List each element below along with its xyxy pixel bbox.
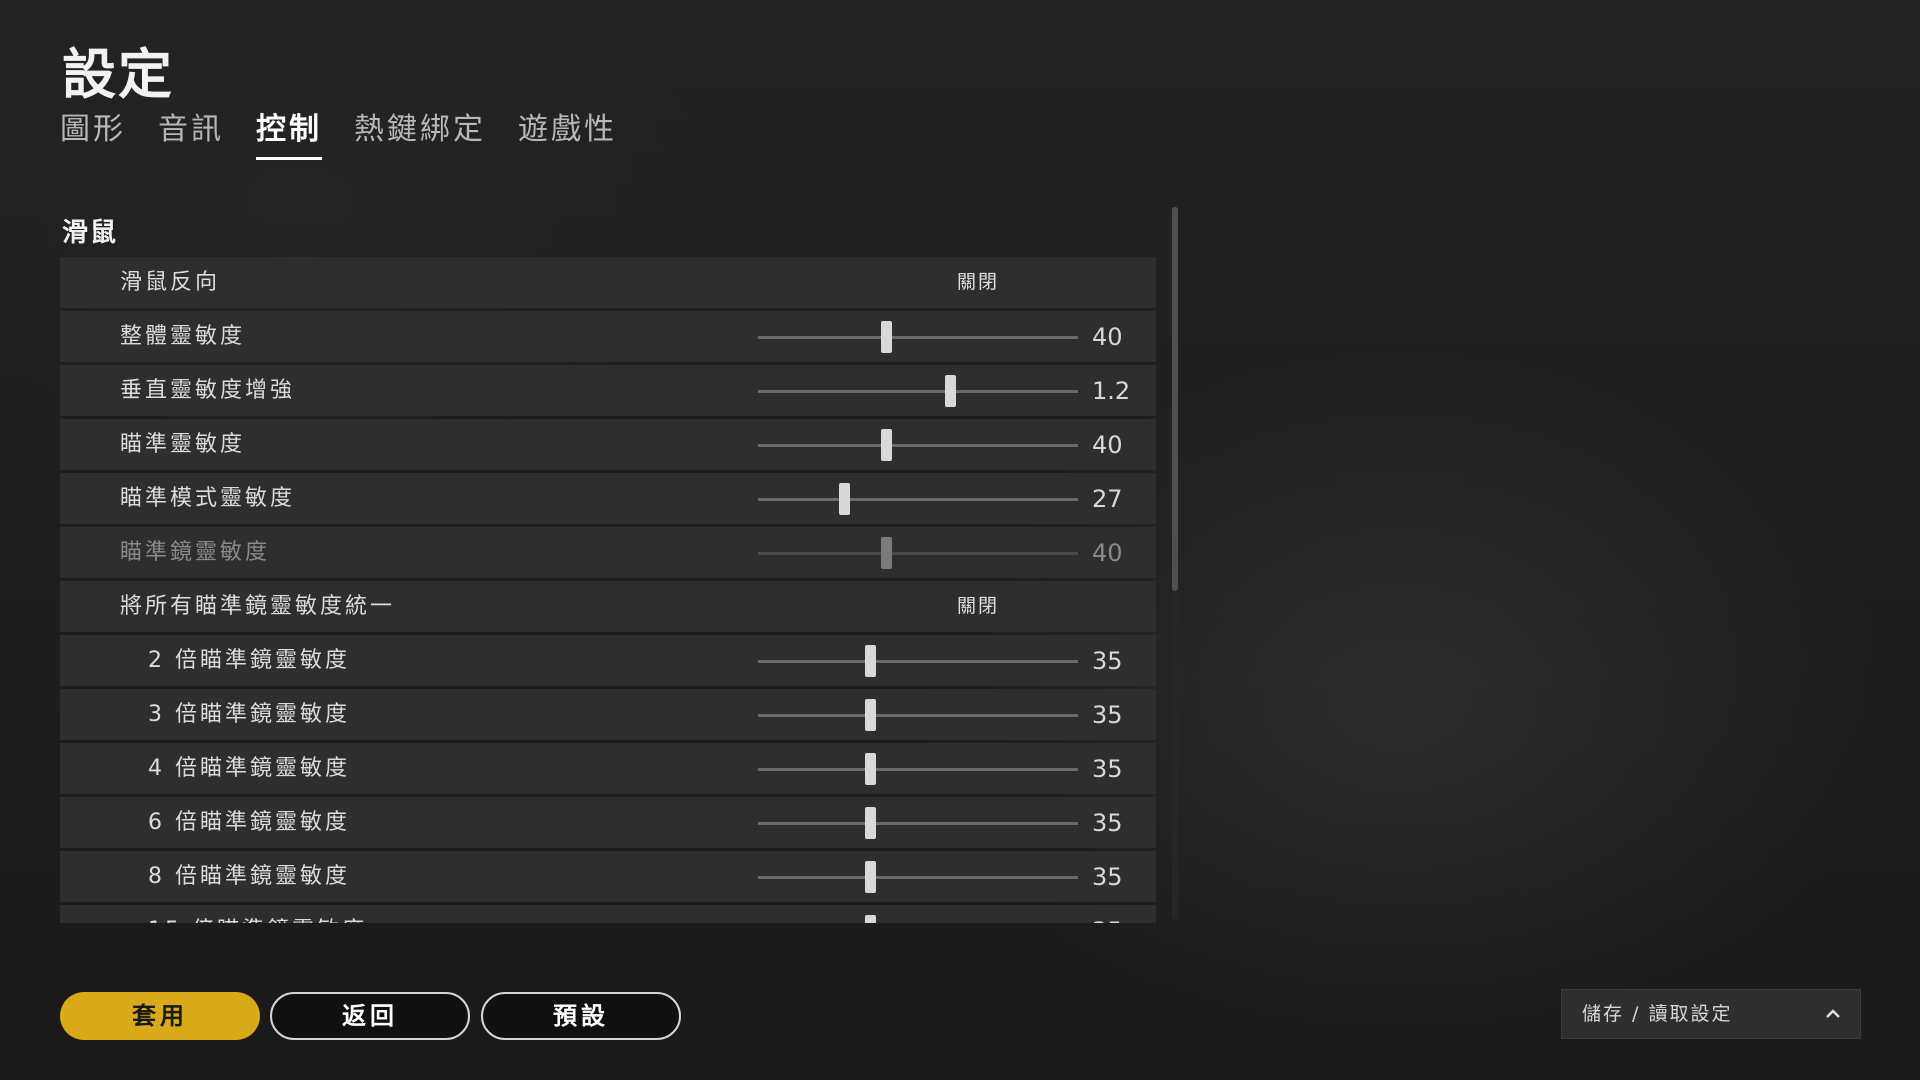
setting-row-toggle[interactable]: 將所有瞄準鏡靈敏度統一 關閉 [60,581,1156,632]
save-load-label: 儲存 / 讀取設定 [1582,1003,1733,1025]
slider-value: 40 [1092,431,1123,459]
setting-row-slider[interactable]: 8 倍瞄準鏡靈敏度 35 [60,851,1156,902]
slider-handle[interactable] [945,375,956,407]
setting-label: 整體靈敏度 [120,324,246,349]
slider-handle[interactable] [865,807,876,839]
setting-label: 4 倍瞄準鏡靈敏度 [148,756,350,781]
slider-handle[interactable] [881,537,892,569]
slider-track[interactable] [758,537,1078,569]
slider-track[interactable] [758,645,1078,677]
setting-label: 3 倍瞄準鏡靈敏度 [148,702,350,727]
back-button[interactable]: 返回 [270,992,470,1040]
setting-label: 6 倍瞄準鏡靈敏度 [148,810,350,835]
slider-handle[interactable] [865,699,876,731]
slider-track[interactable] [758,753,1078,785]
tab-gameplay[interactable]: 遊戲性 [518,104,617,160]
setting-label: 瞄準靈敏度 [120,432,246,457]
slider-handle[interactable] [865,861,876,893]
toggle-value[interactable]: 關閉 [898,581,1058,632]
tab-controls[interactable]: 控制 [256,104,322,160]
setting-row-slider[interactable]: 4 倍瞄準鏡靈敏度 35 [60,743,1156,794]
slider-value: 35 [1092,701,1123,729]
slider-track[interactable] [758,429,1078,461]
setting-row-slider[interactable]: 6 倍瞄準鏡靈敏度 35 [60,797,1156,848]
setting-row-slider[interactable]: 15 倍瞄準鏡靈敏度 35 [60,905,1156,923]
slider-track[interactable] [758,321,1078,353]
setting-label: 將所有瞄準鏡靈敏度統一 [120,594,396,619]
default-button[interactable]: 預設 [481,992,681,1040]
setting-row-slider[interactable]: 瞄準鏡靈敏度 40 [60,527,1156,578]
slider-track[interactable] [758,807,1078,839]
slider-handle[interactable] [881,321,892,353]
slider-track[interactable] [758,375,1078,407]
apply-button[interactable]: 套用 [60,992,260,1040]
slider-track[interactable] [758,483,1078,515]
setting-label: 瞄準模式靈敏度 [120,486,296,511]
slider-value: 40 [1092,539,1123,567]
setting-row-toggle[interactable]: 滑鼠反向 關閉 [60,257,1156,308]
setting-row-slider[interactable]: 3 倍瞄準鏡靈敏度 35 [60,689,1156,740]
setting-row-slider[interactable]: 2 倍瞄準鏡靈敏度 35 [60,635,1156,686]
settings-list: 滑鼠反向 關閉 整體靈敏度 40 垂直靈敏度增強 1.2 瞄準靈敏度 40 瞄準模式靈敏度 27 瞄… [60,257,1156,923]
slider-handle[interactable] [839,483,851,515]
scrollbar[interactable] [1172,207,1178,919]
slider-value: 27 [1092,485,1123,513]
settings-tabs: 圖形 音訊 控制 熱鍵綁定 遊戲性 [60,104,617,160]
tab-audio[interactable]: 音訊 [158,104,224,160]
setting-row-slider[interactable]: 瞄準靈敏度 40 [60,419,1156,470]
page-title: 設定 [62,43,174,106]
setting-label: 垂直靈敏度增強 [120,378,296,403]
tab-keybindings[interactable]: 熱鍵綁定 [354,104,486,160]
slider-handle[interactable] [865,645,876,677]
setting-label: 滑鼠反向 [120,270,221,295]
setting-row-slider[interactable]: 垂直靈敏度增強 1.2 [60,365,1156,416]
section-title-mouse: 滑鼠 [62,218,119,248]
setting-label: 8 倍瞄準鏡靈敏度 [148,864,350,889]
slider-handle[interactable] [865,915,876,923]
slider-track[interactable] [758,861,1078,893]
slider-value: 35 [1092,755,1123,783]
slider-value: 1.2 [1092,377,1131,405]
toggle-value[interactable]: 關閉 [898,257,1058,308]
slider-value: 35 [1092,905,1123,923]
setting-label: 2 倍瞄準鏡靈敏度 [148,648,350,673]
slider-value: 40 [1092,323,1123,351]
slider-handle[interactable] [865,753,876,785]
chevron-up-icon [1826,1009,1840,1018]
tab-graphics[interactable]: 圖形 [60,104,126,160]
slider-value: 35 [1092,863,1123,891]
setting-row-slider[interactable]: 整體靈敏度 40 [60,311,1156,362]
slider-value: 35 [1092,647,1123,675]
setting-row-slider[interactable]: 瞄準模式靈敏度 27 [60,473,1156,524]
slider-value: 35 [1092,809,1123,837]
slider-track[interactable] [758,699,1078,731]
slider-handle[interactable] [881,429,892,461]
save-load-settings-dropdown[interactable]: 儲存 / 讀取設定 [1561,989,1861,1039]
setting-label: 瞄準鏡靈敏度 [120,540,271,565]
setting-label: 15 倍瞄準鏡靈敏度 [148,905,367,923]
scrollbar-thumb[interactable] [1172,207,1178,591]
